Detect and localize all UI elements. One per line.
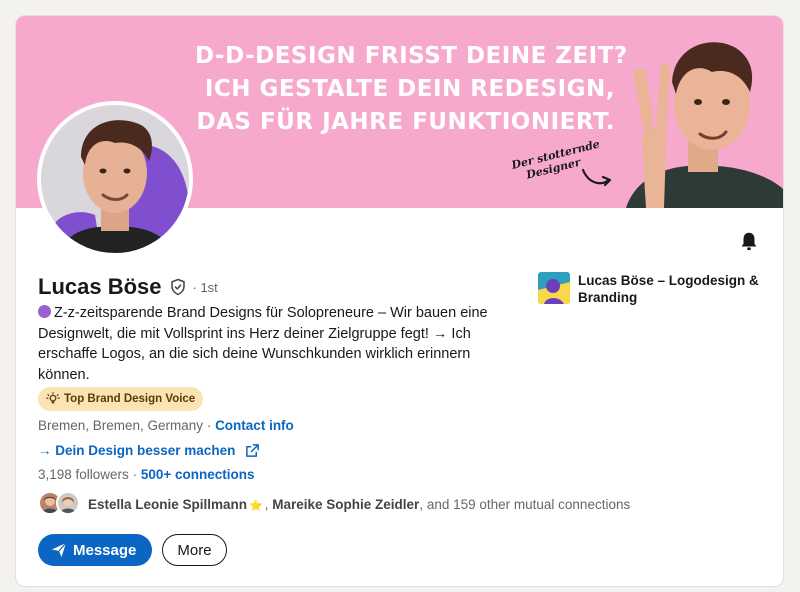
connection-degree: · 1st (192, 279, 218, 295)
company-logo (538, 272, 570, 304)
external-link-icon (245, 443, 260, 458)
banner-headline-line: D-D-Design frisst deine Zeit? (195, 43, 628, 69)
curved-arrow-icon (581, 168, 612, 187)
current-company[interactable]: Lucas Böse – Logodesign & Branding (538, 272, 778, 306)
banner-person-photo (626, 42, 783, 208)
location: Bremen, Bremen, Germany (38, 418, 204, 433)
banner-headline: D-D-Design frisst deine Zeit? Ich gestal… (195, 40, 628, 139)
mutual-avatars (38, 491, 82, 517)
star-icon: ⭐ (249, 499, 263, 512)
message-button-label: Message (73, 541, 137, 559)
mutual-name: Mareike Sophie Zeidler (272, 496, 420, 512)
top-voice-badge[interactable]: Top Brand Design Voice (38, 387, 204, 411)
banner-headline-line: das für Jahre funktioniert. (196, 109, 615, 135)
company-name: Lucas Böse – Logodesign & Branding (578, 273, 759, 305)
send-icon (52, 542, 67, 557)
separator: · (203, 418, 216, 433)
more-button[interactable]: More (162, 534, 227, 566)
mutual-connections[interactable]: Estella Leonie Spillmann ⭐, Mareike Sophi… (38, 491, 630, 517)
website-link[interactable]: → Dein Design besser machen (38, 443, 260, 458)
mutual-name: Estella Leonie Spillmann (88, 496, 248, 512)
avatar-photo (41, 105, 189, 253)
banner-headline-line: Ich gestalte dein Redesign, (204, 76, 615, 102)
mutual-suffix: , and 159 other mutual connections (419, 496, 631, 512)
profile-avatar[interactable] (37, 101, 193, 257)
connections-link[interactable]: 500+ connections (141, 467, 255, 482)
location-row: Bremen, Bremen, Germany · Contact info (38, 418, 294, 433)
profile-headline: Z-z-zeitsparende Brand Designs für Solop… (38, 303, 518, 385)
website-link-label: → Dein Design besser machen (38, 443, 236, 458)
separator: · (128, 467, 141, 482)
bell-icon[interactable] (738, 230, 760, 252)
followers-row: 3,198 followers · 500+ connections (38, 467, 254, 482)
name-row: Lucas Böse · 1st (38, 274, 218, 300)
purple-circle-icon (38, 305, 51, 318)
mutual-avatar (56, 491, 80, 515)
verified-shield-icon[interactable] (169, 278, 187, 296)
voice-badge-label: Top Brand Design Voice (64, 393, 196, 405)
more-button-label: More (177, 541, 212, 559)
followers-count: 3,198 followers (38, 467, 129, 482)
profile-card: D-D-Design frisst deine Zeit? Ich gestal… (15, 15, 784, 587)
contact-info-link[interactable]: Contact info (215, 418, 294, 433)
lightbulb-icon (46, 392, 60, 404)
action-buttons: Message More (38, 534, 227, 566)
message-button[interactable]: Message (38, 534, 153, 566)
headline-text: Z-z-zeitsparende Brand Designs für Solop… (38, 305, 488, 383)
profile-name: Lucas Böse (38, 274, 162, 299)
